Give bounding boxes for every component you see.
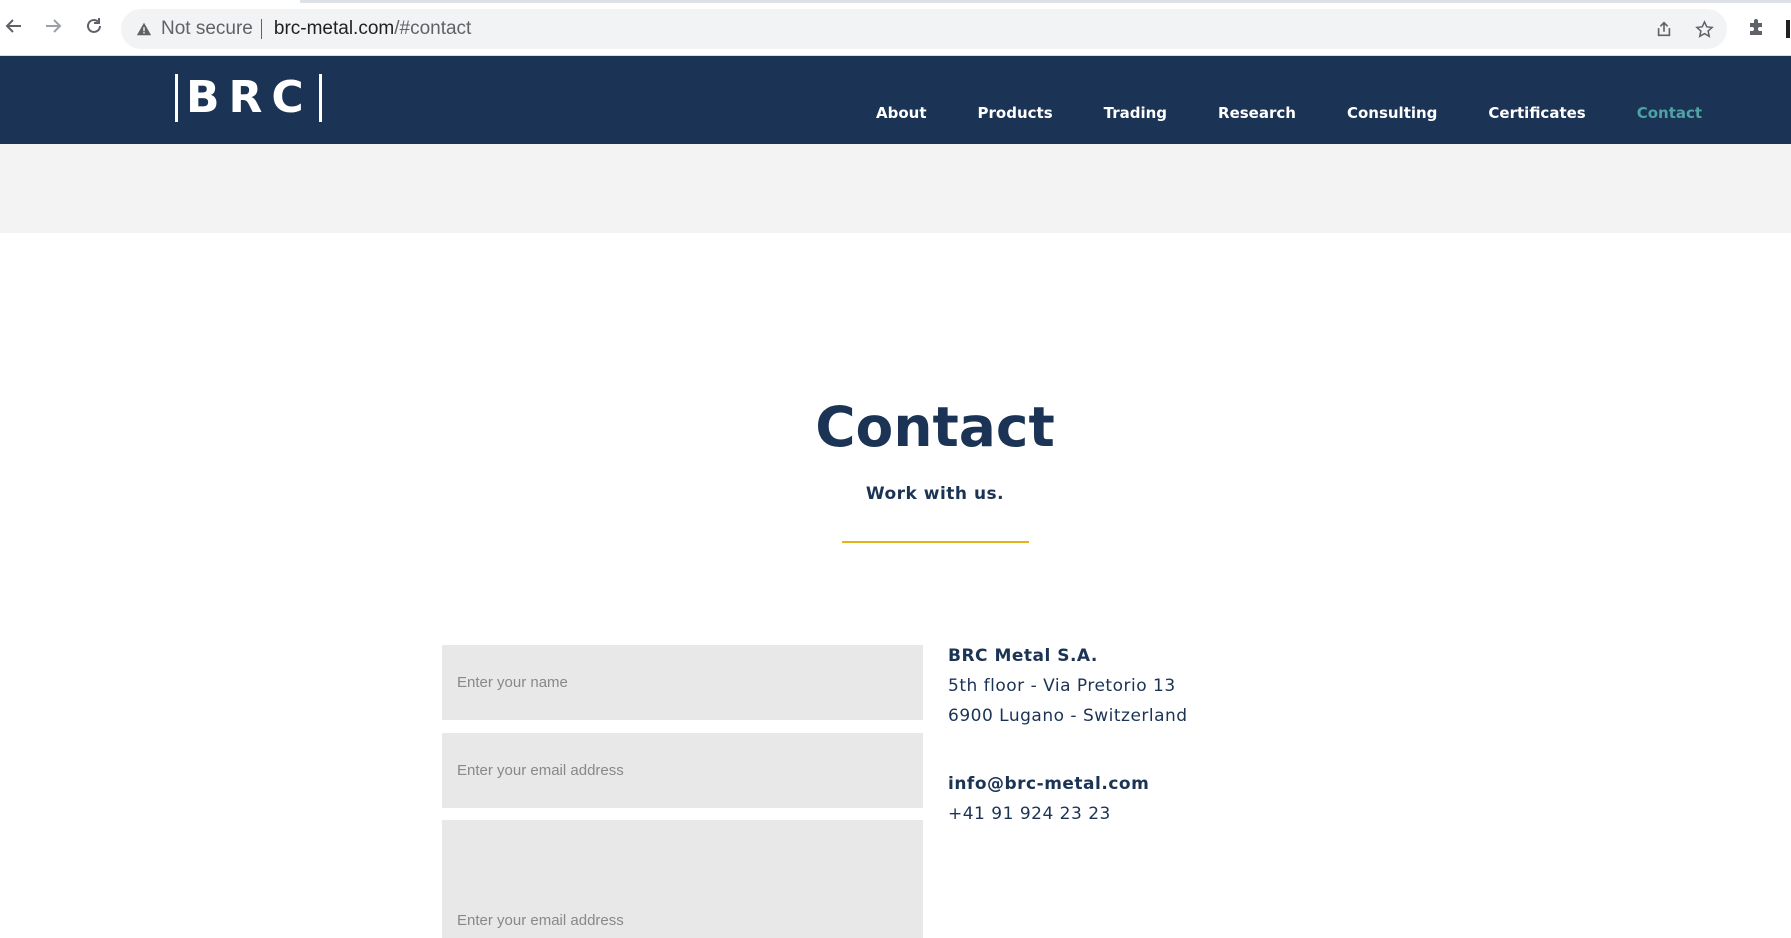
site-header: BRC About Products Trading Research Cons… xyxy=(0,56,1791,144)
browser-toolbar: Not secure brc-metal.com/#contact xyxy=(0,0,1791,56)
address-line-2: 6900 Lugano - Switzerland xyxy=(948,706,1188,726)
security-label: Not secure xyxy=(161,18,253,39)
address-bar[interactable]: Not secure brc-metal.com/#contact xyxy=(121,9,1727,49)
hero-band xyxy=(0,144,1791,233)
logo-text: BRC xyxy=(186,72,313,123)
nav-certificates[interactable]: Certificates xyxy=(1488,104,1585,122)
main-nav: About Products Trading Research Consulti… xyxy=(876,104,1702,122)
contact-email-link[interactable]: info@brc-metal.com xyxy=(948,774,1149,794)
puzzle-icon[interactable] xyxy=(1747,17,1769,39)
message-field[interactable] xyxy=(442,820,923,938)
star-icon[interactable] xyxy=(1693,18,1715,40)
nav-contact[interactable]: Contact xyxy=(1637,104,1702,122)
nav-trading[interactable]: Trading xyxy=(1104,104,1167,122)
reload-icon[interactable] xyxy=(82,14,106,38)
tab-strip xyxy=(300,0,1791,3)
nav-consulting[interactable]: Consulting xyxy=(1347,104,1437,122)
contact-phone: +41 91 924 23 23 xyxy=(948,804,1111,824)
share-icon[interactable] xyxy=(1653,18,1675,40)
page-subtitle: Work with us. xyxy=(865,484,1005,504)
name-field[interactable] xyxy=(442,645,923,720)
page-title: Contact xyxy=(815,395,1055,459)
omnibox-separator xyxy=(260,19,262,39)
email-field[interactable] xyxy=(442,733,923,808)
nav-about[interactable]: About xyxy=(876,104,927,122)
company-name: BRC Metal S.A. xyxy=(948,646,1098,666)
address-line-1: 5th floor - Via Pretorio 13 xyxy=(948,676,1176,696)
warning-icon[interactable] xyxy=(135,20,153,38)
back-arrow-icon[interactable] xyxy=(2,14,26,38)
url-path: /#contact xyxy=(394,18,472,39)
url-host: brc-metal.com xyxy=(273,18,395,39)
title-divider xyxy=(842,541,1029,543)
brc-logo[interactable]: BRC xyxy=(175,74,322,122)
nav-research[interactable]: Research xyxy=(1218,104,1296,122)
forward-arrow-icon[interactable] xyxy=(41,14,65,38)
side-panel-edge xyxy=(1786,20,1790,38)
url-text[interactable]: brc-metal.com/#contact xyxy=(274,18,471,40)
nav-products[interactable]: Products xyxy=(978,104,1053,122)
